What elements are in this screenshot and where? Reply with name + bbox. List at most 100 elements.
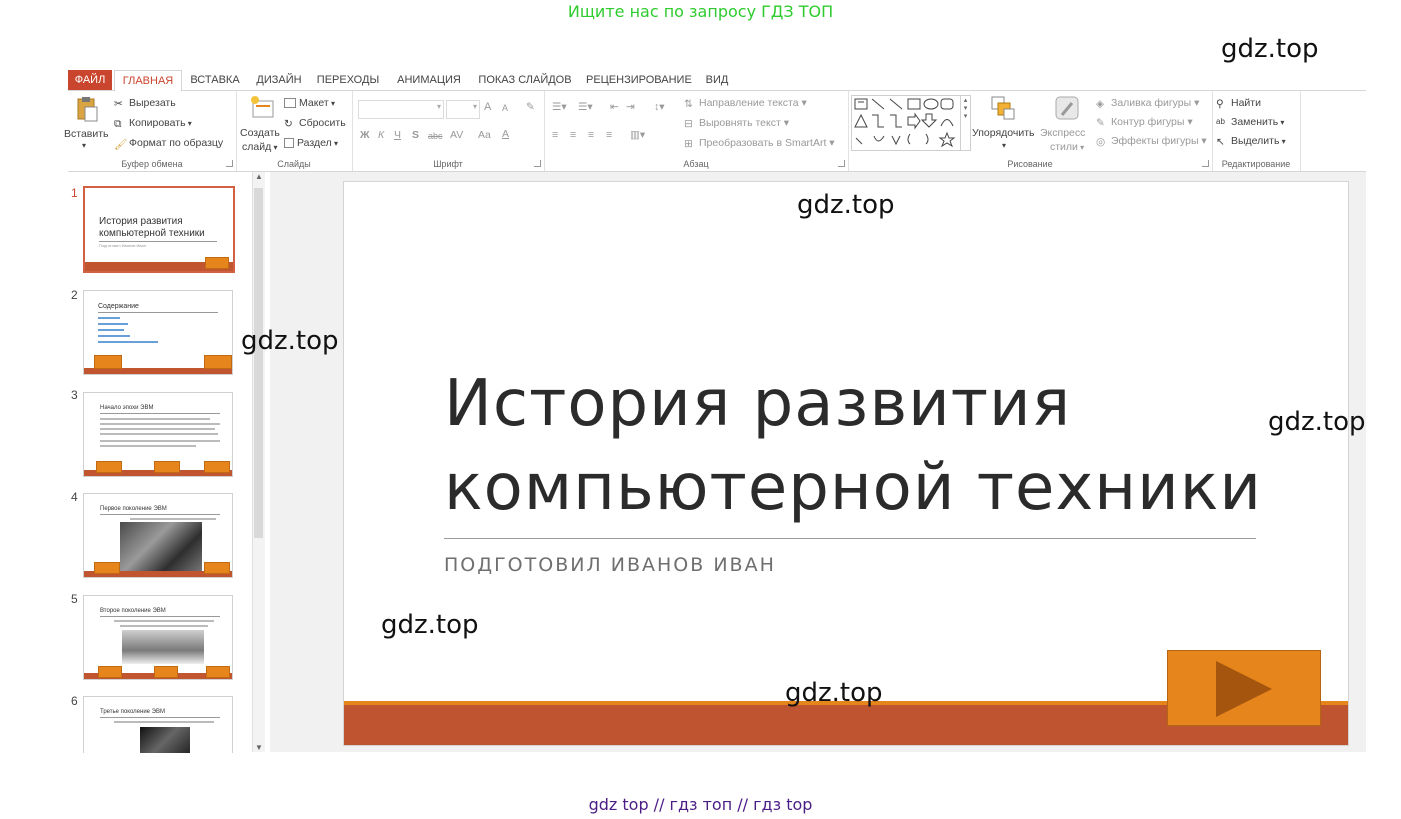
tab-home[interactable]: ГЛАВНАЯ xyxy=(114,70,182,91)
thumbnail-slide-1[interactable]: История развития компьютерной техники По… xyxy=(83,186,235,273)
tab-transitions[interactable]: ПЕРЕХОДЫ xyxy=(316,70,380,90)
clear-format-icon[interactable]: ✎ xyxy=(526,101,535,113)
thumb-text-line xyxy=(130,518,216,520)
thumbnail-slide-5[interactable]: Второе поколение ЭВМ xyxy=(83,595,233,680)
tab-file[interactable]: ФАЙЛ xyxy=(68,70,112,90)
paragraph-launcher-icon[interactable] xyxy=(838,160,845,167)
thumbnail-slide-2[interactable]: Содержание xyxy=(83,290,233,375)
section-label: Раздел xyxy=(297,137,332,149)
section-button[interactable]: Раздел ▾ xyxy=(284,137,338,149)
cut-button[interactable]: ✂ Вырезать xyxy=(114,97,176,110)
font-size-field[interactable]: ▾ xyxy=(446,100,480,119)
tab-insert[interactable]: ВСТАВКА xyxy=(186,70,244,90)
tab-view[interactable]: ВИД xyxy=(700,70,734,90)
effects-icon: ◎ xyxy=(1096,135,1106,148)
thumb-subtitle: Подготовил Иванов Иван xyxy=(99,243,146,248)
tab-animation[interactable]: АНИМАЦИЯ xyxy=(394,70,464,90)
layout-button[interactable]: Макет ▾ xyxy=(284,97,335,109)
paste-dropdown-icon[interactable]: ▾ xyxy=(82,141,86,150)
quick-styles-label-1[interactable]: Экспресс xyxy=(1040,127,1085,139)
replace-button[interactable]: ab Заменить ▾ xyxy=(1216,116,1284,128)
scroll-down-icon[interactable]: ▼ xyxy=(255,743,263,752)
format-painter-button[interactable]: 🖌 Формат по образцу xyxy=(114,137,223,151)
spacing-button[interactable]: AV xyxy=(450,129,463,141)
reset-button[interactable]: ↻ Сбросить xyxy=(284,117,346,130)
strike-button[interactable]: abc xyxy=(428,131,443,141)
smartart-button[interactable]: ⊞ Преобразовать в SmartArt ▾ xyxy=(684,137,835,150)
arrange-button[interactable]: Упорядочить xyxy=(972,127,1034,139)
thumb-next-button xyxy=(204,355,232,369)
scroll-up-icon[interactable]: ▲ xyxy=(255,172,263,181)
text-direction-button[interactable]: ⇅ Направление текста ▾ xyxy=(684,97,807,110)
thumb-title: Второе поколение ЭВМ xyxy=(100,608,166,614)
new-slide-button[interactable]: слайд ▾ xyxy=(242,141,277,153)
brush-icon: 🖌 xyxy=(114,138,128,151)
shapes-scroll-icon[interactable]: ▴ ▾ ▾ xyxy=(960,96,970,150)
grow-font-button[interactable]: A xyxy=(484,101,491,113)
thumb-number: 3 xyxy=(71,388,78,402)
replace-label: Заменить xyxy=(1231,116,1279,128)
indent-decrease-icon[interactable]: ⇤ xyxy=(610,101,619,113)
shape-effects-button[interactable]: ◎ Эффекты фигуры ▾ xyxy=(1096,135,1207,148)
font-name-field[interactable]: ▾ xyxy=(358,100,444,119)
thumbnail-slide-3[interactable]: Начало эпохи ЭВМ xyxy=(83,392,233,477)
clipboard-launcher-icon[interactable] xyxy=(226,160,233,167)
align-left-icon[interactable]: ≡ xyxy=(552,129,558,141)
shape-outline-button[interactable]: ✎ Контур фигуры ▾ xyxy=(1096,116,1193,129)
indent-increase-icon[interactable]: ⇥ xyxy=(626,101,635,113)
slides-label: Слайды xyxy=(277,159,311,169)
find-button[interactable]: ⚲ Найти xyxy=(1216,97,1261,110)
shape-fill-button[interactable]: ◈ Заливка фигуры ▾ xyxy=(1096,97,1199,110)
slide-next-button[interactable] xyxy=(1167,650,1321,726)
thumbnail-slide-4[interactable]: Первое поколение ЭВМ xyxy=(83,493,233,578)
copy-button[interactable]: ⧉ Копировать ▾ xyxy=(114,117,192,130)
thumb-rule xyxy=(100,717,220,718)
new-slide-label-1[interactable]: Создать xyxy=(240,127,280,139)
tab-review[interactable]: РЕЦЕНЗИРОВАНИЕ xyxy=(586,70,692,90)
select-button[interactable]: ↖ Выделить ▾ xyxy=(1216,135,1286,148)
thumb-link xyxy=(98,323,128,325)
thumb-title-2: компьютерной техники xyxy=(99,228,205,239)
tab-slideshow[interactable]: ПОКАЗ СЛАЙДОВ xyxy=(476,70,574,90)
editing-group: ⚲ Найти ab Заменить ▾ ↖ Выделить ▾ Редактир… xyxy=(1212,91,1301,171)
numbering-icon[interactable]: ☰▾ xyxy=(578,101,593,113)
shadow-button[interactable]: S xyxy=(412,129,419,141)
tab-design[interactable]: ДИЗАЙН xyxy=(250,70,308,90)
paragraph-group: ☰▾ ☰▾ ⇤ ⇥ ↕▾ ≡ ≡ ≡ ≡ ▥▾ ⇅ Направление тек… xyxy=(544,91,849,171)
thumb-number: 4 xyxy=(71,490,78,504)
bullets-icon[interactable]: ☰▾ xyxy=(552,101,567,113)
section-icon xyxy=(284,138,294,149)
shapes-gallery[interactable]: ▴ ▾ ▾ xyxy=(851,95,971,151)
italic-button[interactable]: К xyxy=(378,129,384,141)
thumb-text-line xyxy=(100,440,220,442)
quick-styles-button[interactable]: стили ▾ xyxy=(1050,141,1084,153)
align-right-icon[interactable]: ≡ xyxy=(588,129,594,141)
watermark: gdz.top xyxy=(381,610,479,640)
justify-icon[interactable]: ≡ xyxy=(606,129,612,141)
underline-button[interactable]: Ч xyxy=(394,129,401,141)
scrollbar-thumb[interactable] xyxy=(254,188,263,538)
layout-label: Макет xyxy=(299,97,329,109)
font-color-button[interactable]: A xyxy=(502,128,509,140)
paste-button[interactable]: Вставить xyxy=(64,128,109,140)
align-center-icon[interactable]: ≡ xyxy=(570,129,576,141)
thumbnail-slide-6[interactable]: Третье поколение ЭВМ xyxy=(83,696,233,753)
columns-icon[interactable]: ▥▾ xyxy=(630,129,645,141)
font-group: ▾ ▾ A A ✎ Ж К Ч S abc AV Aa A Шрифт xyxy=(352,91,545,171)
thumb-photo xyxy=(140,727,190,753)
clipboard-label: Буфер обмена xyxy=(121,159,183,169)
line-spacing-icon[interactable]: ↕▾ xyxy=(654,101,665,113)
main-slide[interactable]: История развития компьютерной техники ПО… xyxy=(343,181,1349,746)
thumb-number: 1 xyxy=(71,186,78,200)
align-text-button[interactable]: ⊟ Выровнять текст ▾ xyxy=(684,117,789,130)
drawing-launcher-icon[interactable] xyxy=(1202,160,1209,167)
bold-button[interactable]: Ж xyxy=(360,129,370,141)
slide-subtitle[interactable]: ПОДГОТОВИЛ ИВАНОВ ИВАН xyxy=(444,554,776,576)
shrink-font-button[interactable]: A xyxy=(502,103,508,113)
slide-title[interactable]: История развития компьютерной техники xyxy=(444,362,1262,530)
font-launcher-icon[interactable] xyxy=(534,160,541,167)
thumbnail-scrollbar[interactable]: ▲ ▼ xyxy=(252,172,265,752)
arrange-dropdown-icon[interactable]: ▾ xyxy=(1002,141,1006,150)
case-button[interactable]: Aa xyxy=(478,129,491,141)
thumb-prev-button xyxy=(94,562,120,574)
